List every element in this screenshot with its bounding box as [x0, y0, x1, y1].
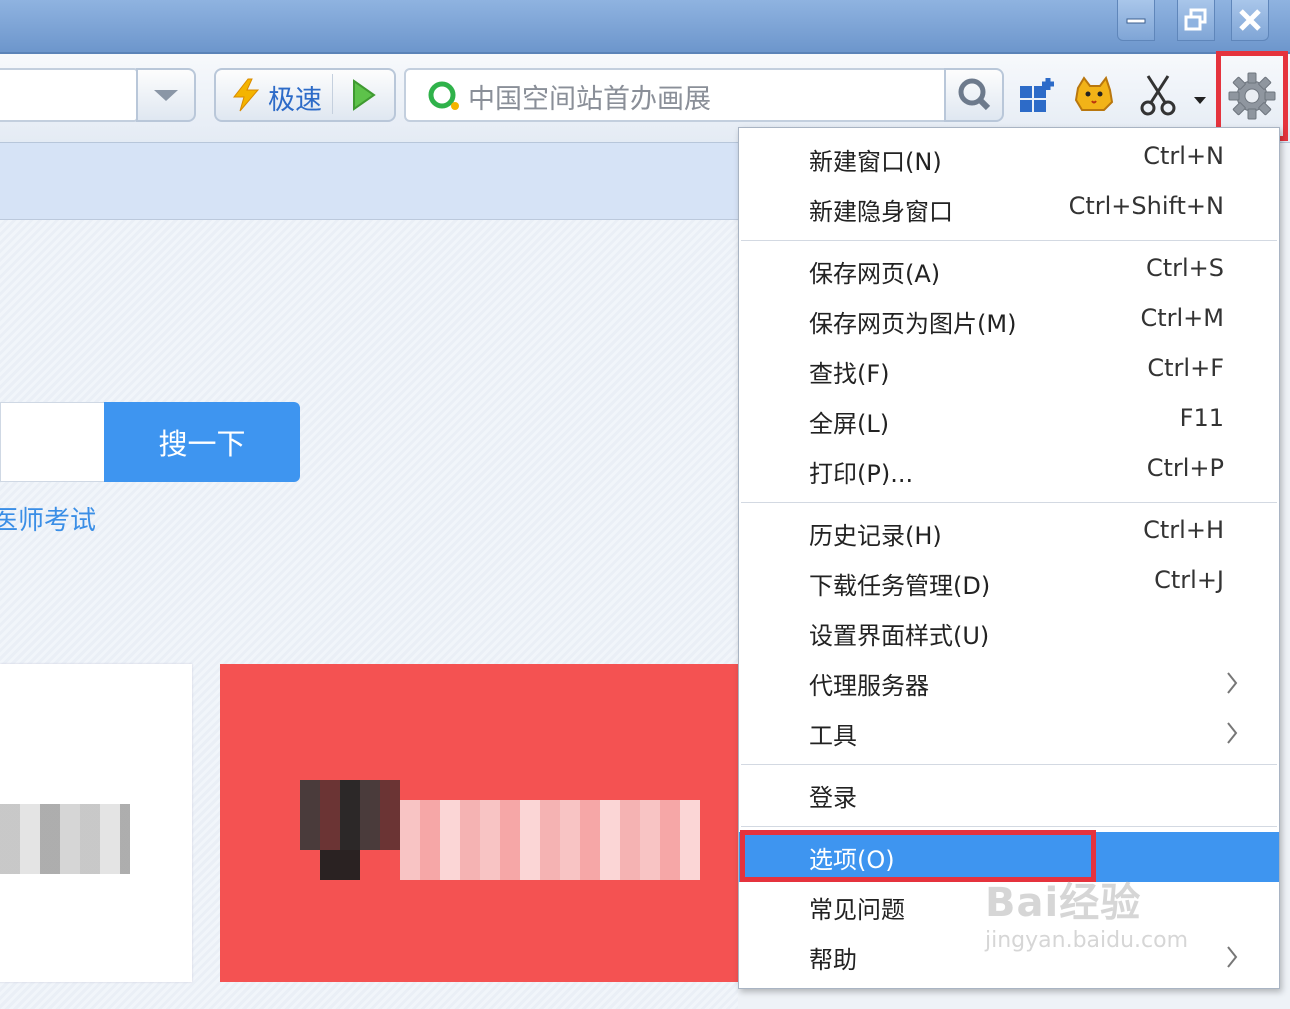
- cat-mascot-icon[interactable]: [1074, 74, 1118, 114]
- menu-item-proxy-server[interactable]: 代理服务器: [739, 658, 1279, 708]
- search-engine-icon: [428, 81, 459, 110]
- menu-item-save-page[interactable]: 保存网页(A) Ctrl+S: [739, 246, 1279, 296]
- address-text: 中国空间站首办画展: [468, 84, 711, 115]
- blurred-image: [0, 804, 130, 874]
- restore-button[interactable]: [1177, 0, 1215, 41]
- menu-item-new-incognito-window[interactable]: 新建隐身窗口 Ctrl+Shift+N: [739, 184, 1279, 234]
- watermark: Bai经验 jingyan.baidu.com: [985, 870, 1188, 953]
- menu-item-interface-style[interactable]: 设置界面样式(U): [739, 608, 1279, 658]
- page-search-input[interactable]: [0, 402, 104, 482]
- url-dropdown-field[interactable]: [0, 68, 138, 122]
- watermark-url: jingyan.baidu.com: [985, 928, 1189, 953]
- menu-item-tools[interactable]: 工具: [739, 708, 1279, 758]
- menu-separator: [741, 240, 1277, 241]
- menu-separator: [741, 502, 1277, 503]
- close-button[interactable]: [1231, 0, 1269, 41]
- lightning-icon: [232, 78, 260, 112]
- scissors-icon[interactable]: [1138, 74, 1178, 116]
- watermark-brand: Bai经验: [985, 880, 1142, 926]
- menu-item-save-page-as-image[interactable]: 保存网页为图片(M) Ctrl+M: [739, 296, 1279, 346]
- minimize-icon: [1126, 18, 1146, 24]
- chevron-right-icon: [1227, 672, 1238, 694]
- menu-item-find[interactable]: 查找(F) Ctrl+F: [739, 346, 1279, 396]
- speed-mode-button[interactable]: 极速: [214, 68, 396, 122]
- scissors-dropdown-icon[interactable]: [1192, 92, 1208, 108]
- chevron-right-icon: [1227, 946, 1238, 968]
- search-button[interactable]: [944, 68, 1004, 122]
- menu-item-history[interactable]: 历史记录(H) Ctrl+H: [739, 508, 1279, 558]
- menu-item-login[interactable]: 登录: [739, 770, 1279, 820]
- chevron-down-icon: [154, 90, 178, 101]
- menu-item-download-manager[interactable]: 下载任务管理(D) Ctrl+J: [739, 558, 1279, 608]
- hot-search-link[interactable]: 医师考试: [0, 500, 96, 537]
- title-bar: [0, 0, 1290, 54]
- play-icon[interactable]: [348, 78, 378, 112]
- favorites-bar: [0, 143, 738, 220]
- content-card[interactable]: [0, 664, 192, 982]
- blurred-logo: [300, 780, 400, 850]
- address-bar[interactable]: 中国空间站首办画展: [404, 68, 948, 122]
- restore-icon: [1184, 8, 1207, 31]
- magnifier-icon: [958, 78, 991, 111]
- minimize-button[interactable]: [1117, 0, 1155, 41]
- menu-item-new-window[interactable]: 新建窗口(N) Ctrl+N: [739, 134, 1279, 184]
- page-search-button[interactable]: 搜一下: [104, 402, 300, 482]
- apps-grid-icon[interactable]: [1018, 76, 1058, 116]
- menu-separator: [741, 826, 1277, 827]
- chevron-right-icon: [1227, 722, 1238, 744]
- menu-item-fullscreen[interactable]: 全屏(L) F11: [739, 396, 1279, 446]
- menu-item-print[interactable]: 打印(P)... Ctrl+P: [739, 446, 1279, 496]
- promo-card[interactable]: [220, 664, 738, 982]
- speed-mode-label: 极速: [268, 85, 322, 116]
- menu-separator: [741, 764, 1277, 765]
- close-icon: [1239, 9, 1261, 31]
- url-dropdown-button[interactable]: [136, 68, 196, 122]
- blurred-text: [400, 800, 700, 880]
